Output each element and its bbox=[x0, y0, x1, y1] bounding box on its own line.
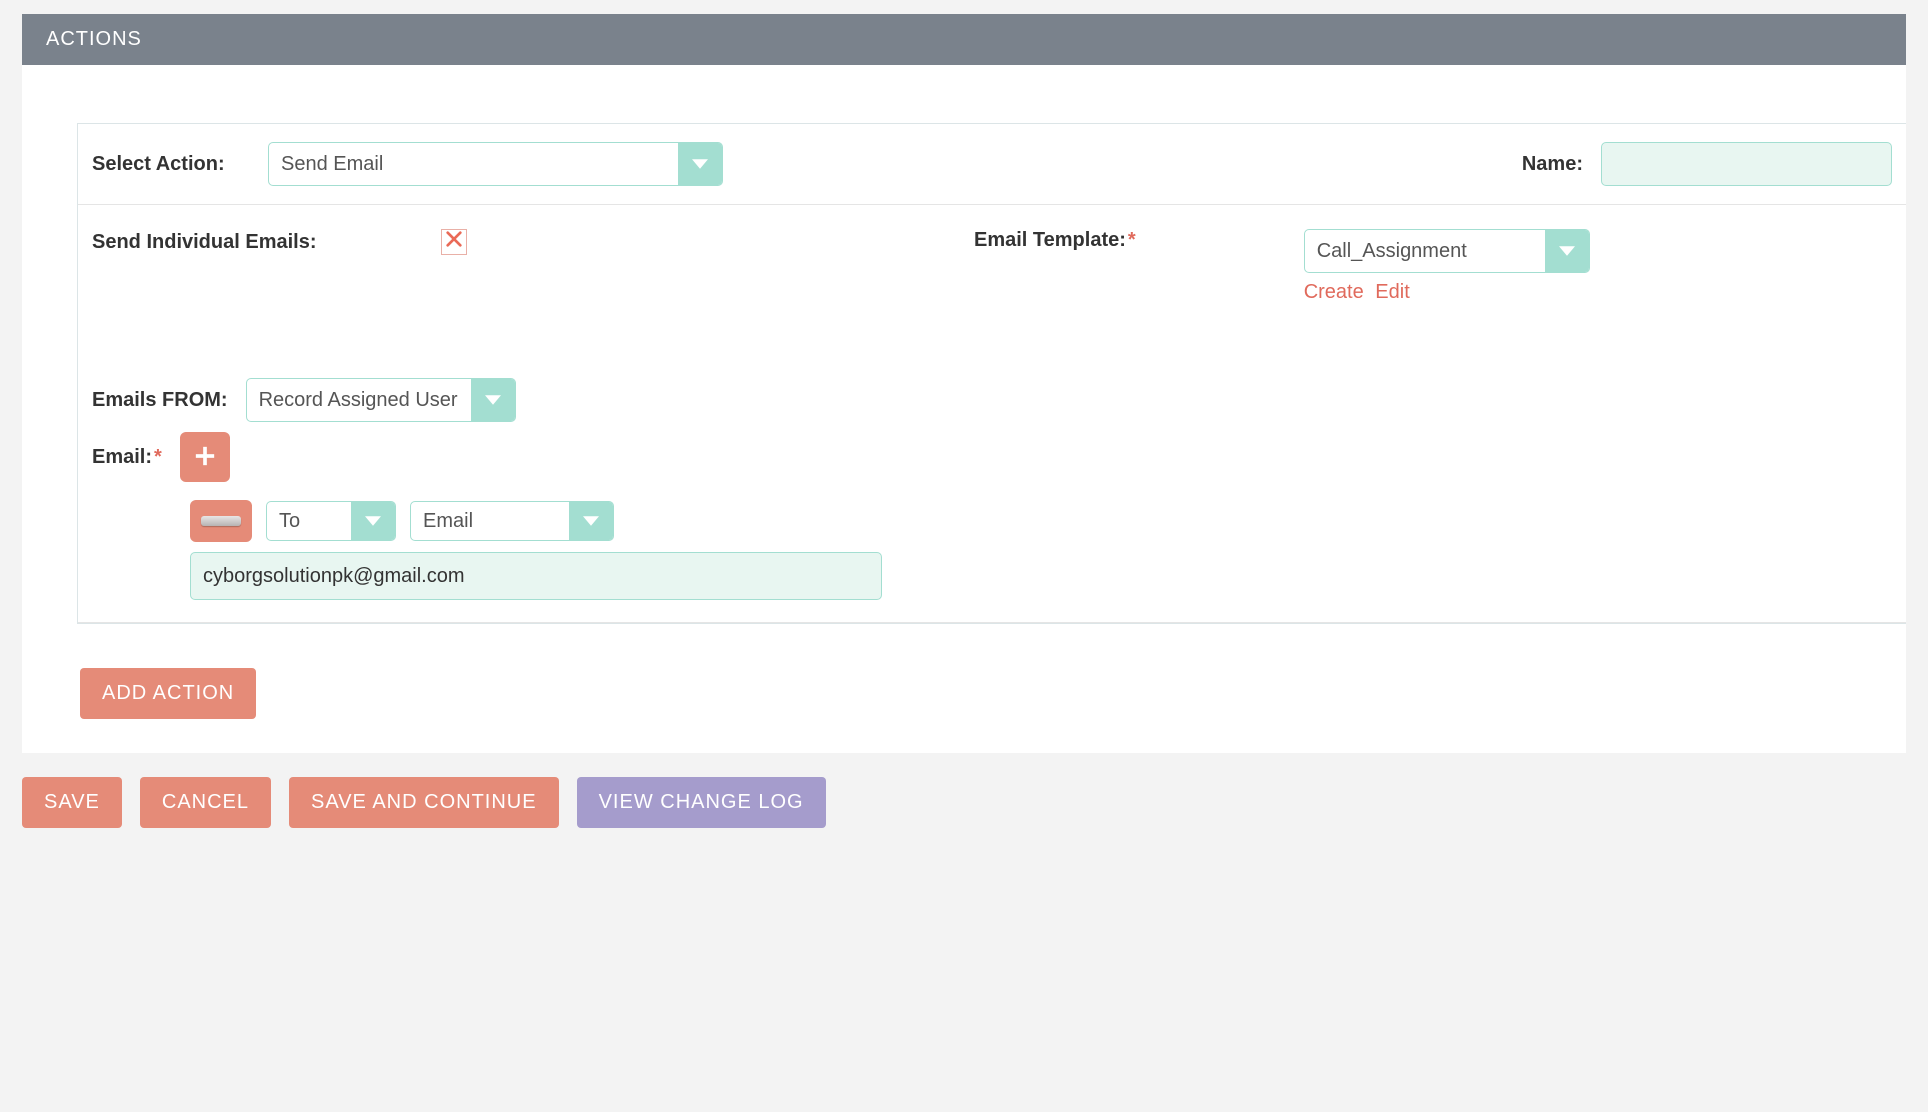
save-button[interactable]: SAVE bbox=[22, 777, 122, 828]
email-template-value: Call_Assignment bbox=[1305, 230, 1545, 272]
label-name: Name: bbox=[1522, 153, 1583, 176]
chevron-down-icon bbox=[1545, 230, 1589, 272]
label-email: Email:* bbox=[92, 446, 162, 469]
chevron-down-icon bbox=[471, 379, 515, 421]
remove-recipient-button[interactable] bbox=[190, 500, 252, 542]
required-asterisk: * bbox=[1128, 229, 1136, 251]
row-email: Email:* bbox=[78, 422, 1906, 482]
recipient-row: To Email bbox=[190, 500, 1892, 542]
recipient-field-value: Email bbox=[411, 502, 569, 540]
actions-panel-body: Select Action: Send Email Name: Send Ind… bbox=[22, 65, 1906, 753]
recipient-block: To Email bbox=[78, 500, 1906, 623]
add-action-button[interactable]: ADD ACTION bbox=[80, 668, 256, 719]
recipient-type-dropdown[interactable]: To bbox=[266, 501, 396, 541]
email-address-input[interactable] bbox=[190, 552, 882, 600]
recipient-type-value: To bbox=[267, 502, 351, 540]
minus-icon bbox=[201, 516, 241, 526]
email-address-row bbox=[190, 552, 882, 600]
save-and-continue-button[interactable]: SAVE AND CONTINUE bbox=[289, 777, 559, 828]
chevron-down-icon bbox=[569, 502, 613, 540]
action-config-box: Select Action: Send Email Name: Send Ind… bbox=[77, 123, 1906, 624]
select-action-dropdown[interactable]: Send Email bbox=[268, 142, 723, 186]
label-email-template: Email Template:* bbox=[974, 229, 1136, 252]
name-input[interactable] bbox=[1601, 142, 1892, 186]
plus-icon bbox=[194, 445, 216, 470]
send-individual-checkbox[interactable] bbox=[441, 229, 467, 255]
edit-template-link[interactable]: Edit bbox=[1375, 281, 1409, 303]
view-change-log-button[interactable]: VIEW CHANGE LOG bbox=[577, 777, 826, 828]
actions-panel-header: ACTIONS bbox=[22, 14, 1906, 65]
add-recipient-button[interactable] bbox=[180, 432, 230, 482]
row-options: Send Individual Emails: Email Template:*… bbox=[78, 205, 1906, 322]
emails-from-value: Record Assigned User bbox=[247, 379, 471, 421]
email-template-dropdown[interactable]: Call_Assignment bbox=[1304, 229, 1590, 273]
footer-button-bar: SAVE CANCEL SAVE AND CONTINUE VIEW CHANG… bbox=[22, 777, 1906, 848]
required-asterisk: * bbox=[154, 446, 162, 468]
label-send-individual: Send Individual Emails: bbox=[92, 231, 317, 254]
create-template-link[interactable]: Create bbox=[1304, 281, 1364, 303]
row-emails-from: Emails FROM: Record Assigned User bbox=[78, 322, 1906, 422]
label-select-action: Select Action: bbox=[92, 153, 250, 176]
emails-from-dropdown[interactable]: Record Assigned User bbox=[246, 378, 516, 422]
x-icon bbox=[445, 230, 463, 254]
select-action-value: Send Email bbox=[269, 143, 678, 185]
recipient-field-dropdown[interactable]: Email bbox=[410, 501, 614, 541]
panel-title: ACTIONS bbox=[46, 28, 142, 50]
cancel-button[interactable]: CANCEL bbox=[140, 777, 271, 828]
label-emails-from: Emails FROM: bbox=[92, 389, 228, 412]
chevron-down-icon bbox=[678, 143, 722, 185]
chevron-down-icon bbox=[351, 502, 395, 540]
row-select-action: Select Action: Send Email Name: bbox=[78, 124, 1906, 205]
